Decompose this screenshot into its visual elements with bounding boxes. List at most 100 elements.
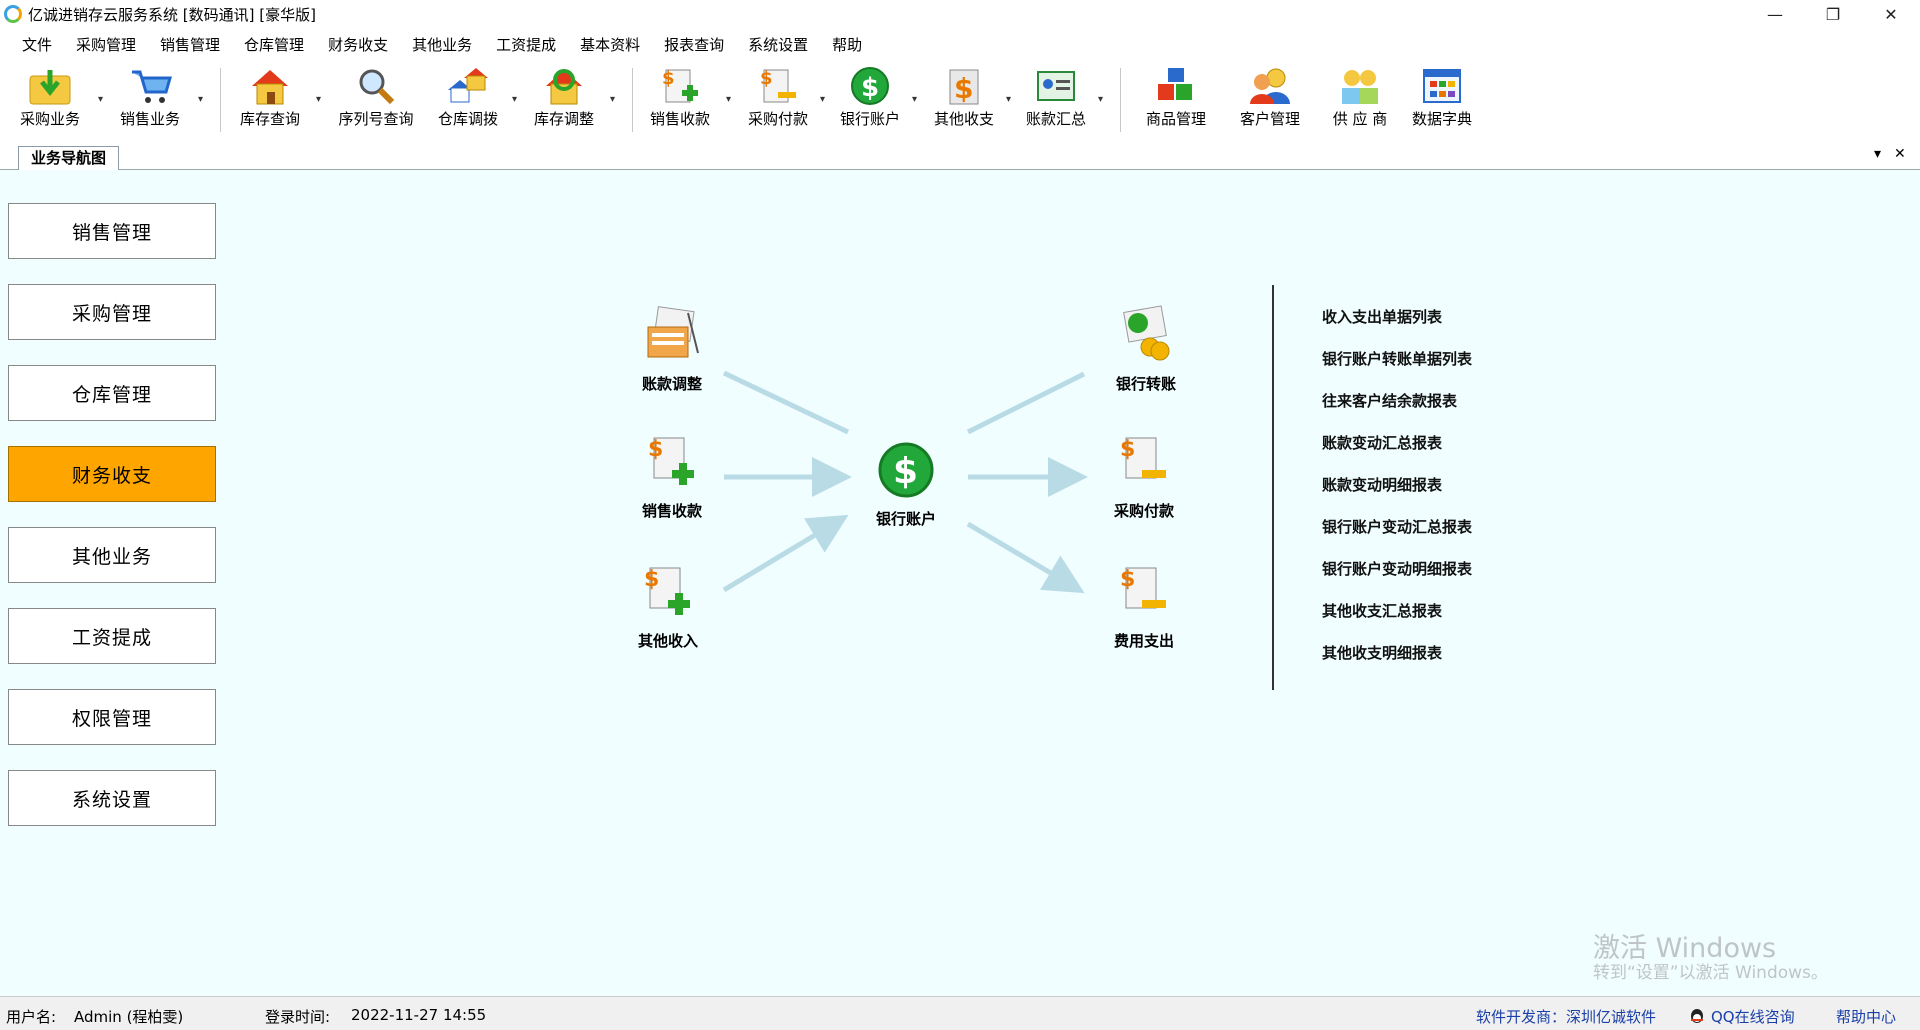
menu-finance[interactable]: 财务收支: [316, 34, 400, 55]
menu-salary[interactable]: 工资提成: [484, 34, 568, 55]
svg-text:$: $: [644, 567, 659, 592]
dollar-coin-icon: $: [851, 67, 889, 105]
product-mgmt-button[interactable]: 商品管理: [1136, 66, 1216, 138]
close-window-button[interactable]: ✕: [1862, 0, 1920, 28]
bank-account-button[interactable]: $ 银行账户: [830, 66, 910, 138]
svg-text:$: $: [893, 451, 918, 492]
user-value: Admin (程柏雯): [74, 1008, 184, 1026]
sales-receipt-dropdown-arrow[interactable]: ▾: [726, 94, 731, 105]
toolbar: 采购业务 ▾ 销售业务 ▾ 库存查询 ▾ 序列号查询 仓库调拨 ▾ 库存调整 ▾…: [0, 62, 1920, 140]
house-refresh-icon: [546, 69, 582, 105]
stock-adjust-dropdown-arrow[interactable]: ▾: [610, 94, 615, 105]
svg-text:$: $: [662, 68, 675, 89]
tab-business-nav[interactable]: 业务导航图: [18, 146, 120, 170]
warehouse-transfer-icon: [448, 68, 488, 103]
menu-sales[interactable]: 销售管理: [148, 34, 232, 55]
report-link[interactable]: 银行账户转账单据列表: [1322, 348, 1472, 369]
report-link[interactable]: 其他收支汇总报表: [1322, 600, 1442, 621]
report-link[interactable]: 银行账户变动汇总报表: [1322, 516, 1472, 537]
arrow-bank-to-transfer: [966, 371, 1086, 435]
data-dictionary-button[interactable]: 数据字典: [1402, 66, 1482, 138]
supplier-button[interactable]: 供 应 商: [1320, 66, 1400, 138]
menu-basic-data[interactable]: 基本资料: [568, 34, 652, 55]
sales-dropdown-arrow[interactable]: ▾: [198, 94, 203, 105]
stock-query-dropdown-arrow[interactable]: ▾: [316, 94, 321, 105]
other-income-expense-button[interactable]: $ 其他收支: [924, 66, 1004, 138]
user-label: 用户名:: [6, 1008, 57, 1026]
window-controls: — ❐ ✕: [1746, 0, 1920, 28]
app-logo-icon: [4, 5, 22, 23]
qq-consult-link[interactable]: QQ在线咨询: [1711, 1006, 1795, 1027]
doc-plus-icon: $: [648, 437, 694, 485]
flow-purchase-payment[interactable]: $ 采购付款: [1084, 432, 1204, 521]
account-summary-button[interactable]: 账款汇总: [1016, 66, 1096, 138]
toolbar-separator: [632, 68, 633, 132]
people-icon: [1250, 68, 1290, 104]
minimize-button[interactable]: —: [1746, 0, 1804, 28]
bank-transfer-icon: [1123, 305, 1170, 361]
tab-bar: 业务导航图 ▾ ✕: [0, 144, 1920, 170]
house-icon: [252, 70, 288, 105]
purchase-dropdown-arrow[interactable]: ▾: [98, 94, 103, 105]
qq-penguin-icon: [1688, 1006, 1706, 1028]
transfer-dropdown-arrow[interactable]: ▾: [512, 94, 517, 105]
flow-expense[interactable]: $ 费用支出: [1084, 562, 1204, 651]
activation-watermark-subtitle: 转到“设置”以激活 Windows。: [1593, 963, 1828, 983]
doc-minus-icon: $: [1120, 437, 1166, 479]
supplier-people-icon: [1342, 70, 1378, 104]
flow-other-income[interactable]: $ 其他收入: [608, 562, 728, 651]
customer-mgmt-button[interactable]: 客户管理: [1230, 66, 1310, 138]
flow-bank-account[interactable]: $ 银行账户: [846, 440, 966, 529]
svg-text:$: $: [861, 73, 879, 103]
menu-settings[interactable]: 系统设置: [736, 34, 820, 55]
other-income-dropdown-arrow[interactable]: ▾: [1006, 94, 1011, 105]
doc-minus-icon: $: [1120, 567, 1166, 609]
magnifier-icon: [359, 69, 395, 105]
purchase-payment-button[interactable]: $ 采购付款: [738, 66, 818, 138]
svg-text:$: $: [954, 72, 973, 105]
serial-query-button[interactable]: 序列号查询: [336, 66, 416, 138]
account-summary-dropdown-arrow[interactable]: ▾: [1098, 94, 1103, 105]
menu-help[interactable]: 帮助: [820, 34, 874, 55]
flow-account-adjust[interactable]: 账款调整: [612, 305, 732, 394]
menu-purchase[interactable]: 采购管理: [64, 34, 148, 55]
developer-link[interactable]: 软件开发商：深圳亿诚软件: [1476, 1006, 1656, 1027]
report-link[interactable]: 收入支出单据列表: [1322, 306, 1442, 327]
arrow-bank-to-expense: [966, 521, 1085, 594]
login-time-value: 2022-11-27 14:55: [351, 1006, 487, 1024]
flow-sales-receipt[interactable]: $ 销售收款: [612, 432, 732, 521]
menu-other[interactable]: 其他业务: [400, 34, 484, 55]
stock-query-button[interactable]: 库存查询: [230, 66, 310, 138]
stock-adjust-button[interactable]: 库存调整: [524, 66, 604, 138]
svg-text:$: $: [1120, 567, 1135, 592]
menu-bar: 文件 采购管理 销售管理 仓库管理 财务收支 其他业务 工资提成 基本资料 报表…: [0, 30, 1920, 58]
report-link[interactable]: 账款变动汇总报表: [1322, 432, 1442, 453]
report-link[interactable]: 往来客户结余款报表: [1322, 390, 1457, 411]
tab-dropdown-icon[interactable]: ▾: [1874, 146, 1881, 162]
menu-warehouse[interactable]: 仓库管理: [232, 34, 316, 55]
svg-text:$: $: [760, 68, 773, 89]
status-bar: 用户名: Admin (程柏雯) 登录时间: 2022-11-27 14:55 …: [0, 996, 1920, 1030]
tab-close-icon[interactable]: ✕: [1894, 146, 1906, 162]
help-center-link[interactable]: 帮助中心: [1836, 1006, 1896, 1027]
doc-plus-icon: $: [644, 567, 690, 615]
sales-receipt-button[interactable]: $ 销售收款: [640, 66, 720, 138]
transfer-button[interactable]: 仓库调拨: [428, 66, 508, 138]
report-link[interactable]: 其他收支明细报表: [1322, 642, 1442, 663]
vertical-divider: [1272, 285, 1274, 690]
flow-arrows: [722, 370, 1088, 594]
dollar-doc-icon: $: [949, 69, 979, 105]
toolbar-separator: [220, 68, 221, 132]
dollar-coin-icon: $: [878, 442, 934, 498]
grid-window-icon: [1423, 69, 1461, 103]
flow-bank-transfer[interactable]: 银行转账: [1086, 305, 1206, 394]
purchase-button[interactable]: 采购业务: [10, 66, 90, 138]
purchase-payment-dropdown-arrow[interactable]: ▾: [820, 94, 825, 105]
report-link[interactable]: 银行账户变动明细报表: [1322, 558, 1472, 579]
sales-button[interactable]: 销售业务: [110, 66, 190, 138]
report-link[interactable]: 账款变动明细报表: [1322, 474, 1442, 495]
bank-account-dropdown-arrow[interactable]: ▾: [912, 94, 917, 105]
restore-button[interactable]: ❐: [1804, 0, 1862, 28]
menu-file[interactable]: 文件: [10, 34, 64, 55]
menu-reports[interactable]: 报表查询: [652, 34, 736, 55]
